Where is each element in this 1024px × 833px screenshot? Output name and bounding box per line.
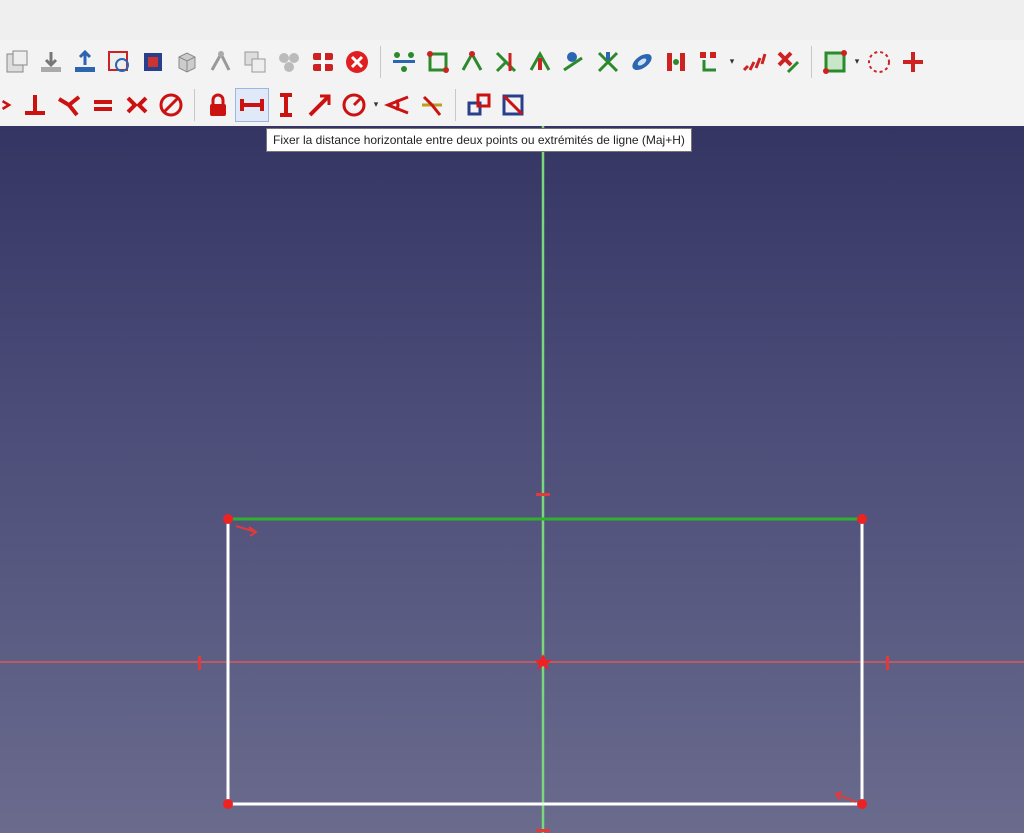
close-sketch-icon[interactable] <box>340 45 374 79</box>
tooltip: Fixer la distance horizontale entre deux… <box>266 128 692 152</box>
merge-sketch-icon[interactable] <box>238 45 272 79</box>
select-constraints-icon[interactable] <box>387 45 421 79</box>
constraint-marker <box>198 656 201 670</box>
vertex-point[interactable] <box>857 799 867 809</box>
block-constraint-icon[interactable] <box>154 88 188 122</box>
internal-alignment-icon[interactable] <box>462 88 496 122</box>
toolbar-separator <box>194 89 195 121</box>
vertex-point[interactable] <box>223 514 233 524</box>
constraint-marker <box>536 493 550 496</box>
distance-constraint-icon[interactable] <box>303 88 337 122</box>
equal-constraint-icon[interactable] <box>86 88 120 122</box>
toggle-driving-icon[interactable] <box>496 88 530 122</box>
toolbar-separator <box>811 46 812 78</box>
sketch-viewport[interactable] <box>0 126 1024 833</box>
select-malformed-icon[interactable] <box>557 45 591 79</box>
constraint-marker <box>886 656 889 670</box>
constraint-marker <box>536 829 550 832</box>
select-redundant-icon[interactable] <box>489 45 523 79</box>
direction-arrow <box>235 525 258 537</box>
tangent-constraint-icon[interactable] <box>52 88 86 122</box>
symmetric-constraint-icon[interactable] <box>120 88 154 122</box>
sketch-view-icon[interactable] <box>136 45 170 79</box>
select-conflicting-icon[interactable] <box>523 45 557 79</box>
validate-sketch-icon[interactable] <box>306 45 340 79</box>
clone-icon[interactable] <box>693 45 727 79</box>
vertex-point[interactable] <box>223 799 233 809</box>
mirror-sketch-icon[interactable] <box>272 45 306 79</box>
perpendicular-constraint-icon[interactable] <box>18 88 52 122</box>
dropdown-arrow-icon[interactable]: ▾ <box>371 100 381 110</box>
coincident-constraint-icon[interactable] <box>0 88 18 122</box>
vertical-distance-constraint-icon[interactable] <box>269 88 303 122</box>
title-bar <box>0 0 1024 41</box>
download-icon[interactable] <box>34 45 68 79</box>
select-origin-icon[interactable] <box>421 45 455 79</box>
angle-constraint-icon[interactable] <box>381 88 415 122</box>
direction-arrow <box>834 791 857 803</box>
dropdown-arrow-icon[interactable]: ▾ <box>852 57 862 67</box>
part-icon[interactable] <box>0 45 34 79</box>
view-section-icon[interactable] <box>102 45 136 79</box>
bspline-tools-icon[interactable] <box>862 45 896 79</box>
upload-icon[interactable] <box>68 45 102 79</box>
select-axis-icon[interactable] <box>455 45 489 79</box>
constraints-toolbar: ▾ <box>0 84 1024 127</box>
delete-geometry-icon[interactable] <box>771 45 805 79</box>
toggle-construction-icon[interactable] <box>818 45 852 79</box>
sketcher-toolbar-top: ▾ ▾ <box>0 40 1024 85</box>
toolbar-separator <box>380 46 381 78</box>
lock-constraint-icon[interactable] <box>201 88 235 122</box>
constraint-tools-icon[interactable] <box>204 45 238 79</box>
cube-icon[interactable] <box>170 45 204 79</box>
radius-constraint-icon[interactable] <box>337 88 371 122</box>
pattern-tool-icon[interactable] <box>896 45 930 79</box>
show-hide-geometry-icon[interactable] <box>625 45 659 79</box>
snell-constraint-icon[interactable] <box>415 88 449 122</box>
symmetry-icon[interactable] <box>659 45 693 79</box>
rectangular-array-icon[interactable] <box>737 45 771 79</box>
horizontal-distance-constraint-icon[interactable] <box>235 88 269 122</box>
sketch-canvas[interactable] <box>0 126 1024 833</box>
toolbar-separator <box>455 89 456 121</box>
vertex-point[interactable] <box>857 514 867 524</box>
select-partial-icon[interactable] <box>591 45 625 79</box>
dropdown-arrow-icon[interactable]: ▾ <box>727 57 737 67</box>
